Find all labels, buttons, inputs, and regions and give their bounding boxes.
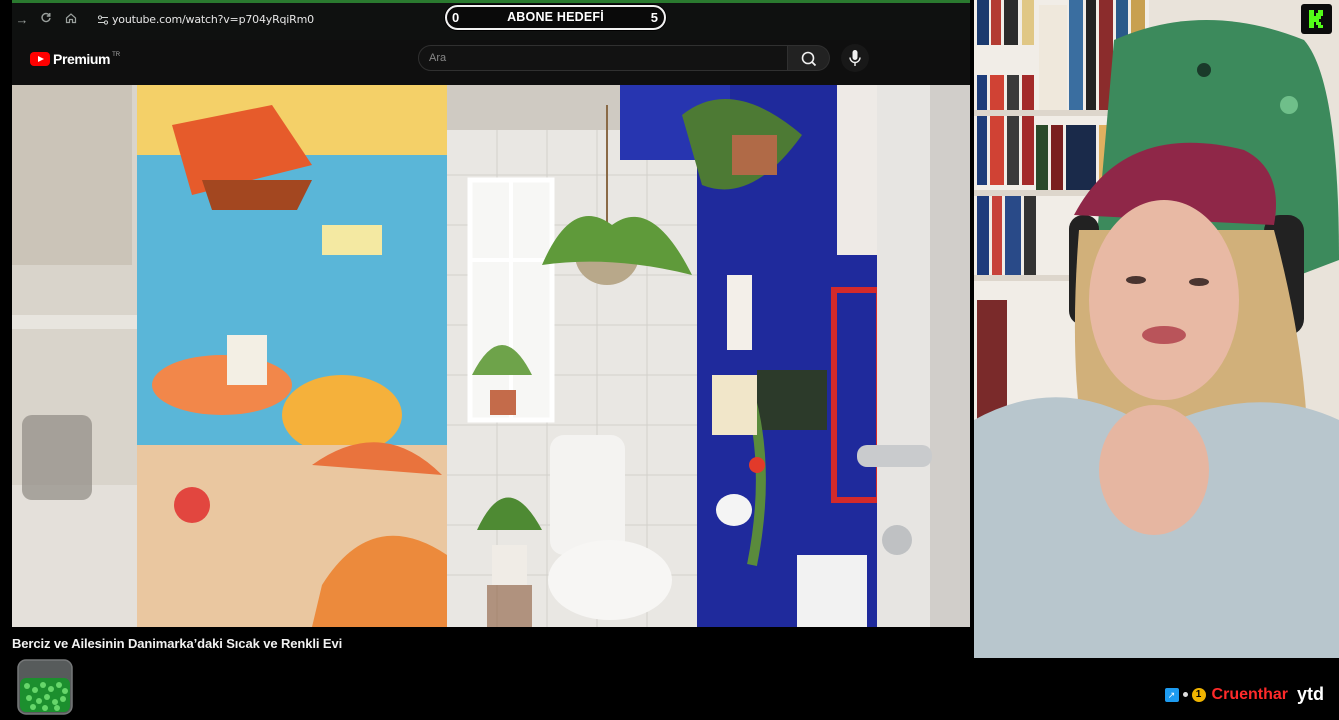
webcam-frame: [974, 0, 1339, 658]
youtube-play-icon: [30, 52, 50, 66]
mic-icon: [849, 50, 861, 66]
gem-jar-overlay: [15, 658, 75, 716]
x-icon: ↗: [1164, 687, 1179, 702]
stream-social-footer: ↗ 1 Cruenthar ytd: [1164, 684, 1324, 705]
left-margin: [0, 0, 12, 660]
video-frame-bathroom: [12, 85, 970, 627]
separator-dot: [1182, 692, 1188, 697]
goal-target-count: 5: [650, 10, 658, 25]
address-bar-url[interactable]: youtube.com/watch?v=p704yRqiRm0: [112, 13, 314, 26]
search-icon: [801, 51, 817, 67]
youtube-header: Premium TR: [12, 40, 970, 85]
voice-search-button[interactable]: [841, 44, 869, 72]
coin-icon: 1: [1191, 687, 1206, 702]
browser-top-strip: [12, 0, 970, 3]
site-info-icon[interactable]: [96, 13, 110, 27]
search-button[interactable]: [788, 45, 830, 71]
platform-tag: ytd: [1297, 684, 1324, 704]
reload-icon[interactable]: [38, 12, 54, 28]
youtube-region: TR: [112, 51, 121, 58]
streamer-handle: Cruenthar: [1211, 685, 1288, 703]
home-icon[interactable]: [63, 12, 79, 28]
video-title: Berciz ve Ailesinin Danimarka’daki Sıcak…: [12, 636, 343, 651]
search-box: [418, 45, 788, 71]
youtube-logo[interactable]: Premium TR: [30, 51, 120, 67]
video-player[interactable]: [12, 85, 970, 627]
kick-logo-icon: [1301, 4, 1332, 34]
goal-title: ABONE HEDEFİ: [507, 10, 604, 24]
subscriber-goal-overlay: 0 ABONE HEDEFİ 5: [445, 5, 666, 30]
back-arrow-icon[interactable]: →: [14, 12, 30, 28]
search-input[interactable]: [419, 46, 787, 70]
streamer-webcam: [974, 0, 1339, 658]
youtube-brand: Premium: [53, 51, 111, 67]
